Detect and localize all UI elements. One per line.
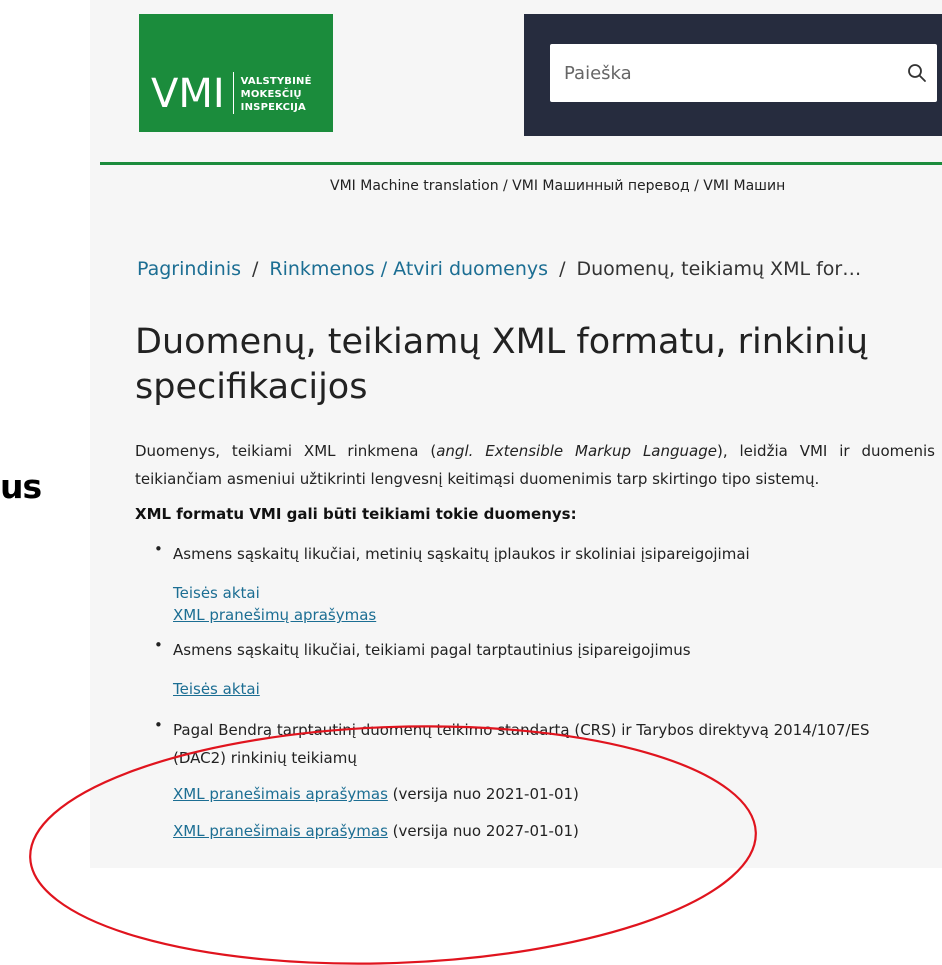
logo-line: MOKESČIŲ — [240, 89, 302, 100]
xml-description-link-2027[interactable]: XML pranešimais aprašymas — [173, 822, 388, 840]
search-icon[interactable] — [897, 63, 937, 83]
intro-text: ), leidžia VMI ir duomenis — [716, 442, 935, 460]
list-item-text-line: Pagal Bendrą tarptautinį duomenų teikimo… — [173, 721, 870, 739]
logo-divider — [232, 72, 234, 114]
breadcrumb: Pagrindinis / Rinkmenos / Atviri duomenys /… — [137, 258, 861, 280]
intro-line-1: Duomenys, teikiami XML rinkmena (angl. E… — [135, 437, 935, 465]
intro-italic: angl. Extensible Markup Language — [436, 442, 717, 460]
page-title: Duomenų, teikiamų XML formatu, rinkinių … — [135, 322, 869, 407]
cropped-side-text: us — [0, 467, 42, 506]
list-item: • Asmens sąskaitų likučiai, teikiami pag… — [135, 636, 935, 700]
intro-paragraph: Duomenys, teikiami XML rinkmena (angl. E… — [135, 437, 935, 493]
breadcrumb-current: Duomenų, teikiamų XML for… — [576, 258, 862, 280]
list-item-text: Asmens sąskaitų likučiai, metinių sąskai… — [173, 545, 750, 563]
link-row: XML pranešimais aprašymas (versija nuo 2… — [173, 820, 935, 842]
link-row: XML pranešimais aprašymas (versija nuo 2… — [173, 783, 935, 805]
link-row: XML pranešimų aprašymas — [173, 604, 935, 626]
xml-description-link-2021[interactable]: XML pranešimais aprašymas — [173, 785, 388, 803]
bullet-icon: • — [154, 540, 163, 558]
breadcrumb-section[interactable]: Rinkmenos / Atviri duomenys — [269, 258, 548, 280]
search-bar — [524, 14, 942, 136]
intro-line-2: teikiančiam asmeniui užtikrinti lengvesn… — [135, 470, 820, 488]
data-types-heading: XML formatu VMI gali būti teikiami tokie… — [135, 505, 577, 523]
logo-vmi-text: VMI — [151, 71, 225, 117]
bullet-icon: • — [154, 716, 163, 734]
link-row: Teisės aktai — [173, 582, 935, 604]
webpage: VMI VALSTYBINĖ MOKESČIŲ INSPEKCIJA VMI M… — [90, 0, 942, 868]
logo-line: INSPEKCIJA — [240, 102, 306, 113]
xml-description-link[interactable]: XML pranešimų aprašymas — [173, 606, 376, 624]
version-note: (versija nuo 2027-01-01) — [387, 822, 579, 840]
breadcrumb-separator: / — [559, 258, 566, 280]
machine-translation-links[interactable]: VMI Machine translation / VMI Машинный п… — [330, 178, 785, 194]
legal-acts-link[interactable]: Teisės aktai — [173, 680, 260, 698]
intro-text: Duomenys, teikiami XML rinkmena ( — [135, 442, 437, 460]
search-input[interactable] — [550, 43, 897, 103]
logo-line: VALSTYBINĖ — [240, 76, 312, 87]
breadcrumb-home[interactable]: Pagrindinis — [137, 258, 241, 280]
list-item-text: Asmens sąskaitų likučiai, teikiami pagal… — [173, 641, 691, 659]
list-item: • Asmens sąskaitų likučiai, metinių sąsk… — [135, 540, 935, 626]
list-item-text-line: (DAC2) rinkinių teikiamų — [173, 749, 357, 767]
list-item: • Pagal Bendrą tarptautinį duomenų teiki… — [135, 716, 935, 842]
vmi-logo[interactable]: VMI VALSTYBINĖ MOKESČIŲ INSPEKCIJA — [139, 14, 333, 132]
link-row: Teisės aktai — [173, 678, 935, 700]
data-types-list: • Asmens sąskaitų likučiai, metinių sąsk… — [135, 540, 935, 842]
list-item-text: Pagal Bendrą tarptautinį duomenų teikimo… — [173, 716, 935, 772]
bullet-icon: • — [154, 636, 163, 654]
legal-acts-link[interactable]: Teisės aktai — [173, 584, 260, 602]
breadcrumb-separator: / — [252, 258, 259, 280]
logo-name: VALSTYBINĖ MOKESČIŲ INSPEKCIJA — [241, 75, 312, 114]
version-note: (versija nuo 2021-01-01) — [387, 785, 579, 803]
header-divider — [100, 162, 942, 165]
search-box — [550, 43, 937, 103]
